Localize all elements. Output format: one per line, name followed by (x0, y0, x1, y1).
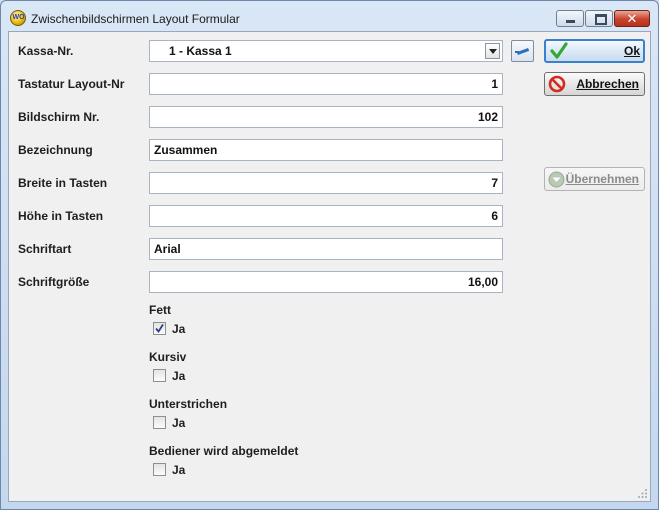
bezeichnung-label: Bezeichnung (18, 143, 93, 157)
breite-label: Breite in Tasten (18, 176, 108, 190)
cancel-button[interactable]: Abbrechen (544, 72, 645, 96)
kassa-label: Kassa-Nr. (18, 44, 74, 58)
tastatur-input[interactable]: 1 (149, 73, 503, 95)
bildschirm-input[interactable]: 102 (149, 106, 503, 128)
schriftgroesse-label: Schriftgröße (18, 275, 90, 289)
close-button[interactable]: ✕ (614, 10, 650, 27)
kassa-value: 1 - Kassa 1 (169, 44, 232, 58)
breite-input[interactable]: 7 (149, 172, 503, 194)
unterstrichen-checkbox-label[interactable]: Ja (172, 416, 185, 430)
kassa-select[interactable]: 1 - Kassa 1 (149, 40, 503, 62)
kursiv-checkbox[interactable] (153, 369, 166, 382)
resize-grip-icon[interactable] (638, 489, 648, 499)
hoehe-label: Höhe in Tasten (18, 209, 104, 223)
chevron-down-icon[interactable] (485, 43, 500, 59)
stop-icon (548, 75, 566, 93)
maximize-button[interactable] (585, 10, 613, 27)
ok-button-label: Ok (623, 44, 640, 58)
fett-label: Fett (149, 303, 171, 317)
bediener-checkbox-label[interactable]: Ja (172, 463, 185, 477)
arrow-down-icon (548, 171, 565, 188)
fett-checkbox[interactable] (153, 322, 166, 335)
unterstrichen-label: Unterstrichen (149, 397, 228, 411)
edit-kassa-button[interactable] (511, 40, 534, 62)
bildschirm-label: Bildschirm Nr. (18, 110, 100, 124)
edit-pen-icon (516, 48, 530, 55)
app-logo-icon: WO (10, 10, 26, 26)
apply-button[interactable]: Übernehmen (544, 167, 645, 191)
form-area: Kassa-Nr. 1 - Kassa 1 Tastatur Layout-Nr… (8, 31, 651, 502)
hoehe-input[interactable]: 6 (149, 205, 503, 227)
ok-button[interactable]: Ok (544, 39, 645, 63)
kursiv-checkbox-label[interactable]: Ja (172, 369, 185, 383)
schriftart-label: Schriftart (18, 242, 72, 256)
schriftart-input[interactable]: Arial (149, 238, 503, 260)
checkmark-icon (155, 324, 164, 334)
apply-button-label: Übernehmen (565, 172, 639, 186)
cancel-button-label: Abbrechen (576, 77, 639, 91)
close-icon: ✕ (626, 11, 638, 26)
tastatur-label: Tastatur Layout-Nr (18, 77, 125, 91)
bezeichnung-input[interactable]: Zusammen (149, 139, 503, 161)
minimize-button[interactable] (556, 10, 584, 27)
bediener-checkbox[interactable] (153, 463, 166, 476)
fett-checkbox-label[interactable]: Ja (172, 322, 185, 336)
window-title: Zwischenbildschirmen Layout Formular (31, 12, 240, 26)
unterstrichen-checkbox[interactable] (153, 416, 166, 429)
checkmark-icon (550, 42, 568, 59)
title-bar[interactable]: WO Zwischenbildschirmen Layout Formular … (1, 1, 658, 31)
kursiv-label: Kursiv (149, 350, 187, 364)
schriftgroesse-input[interactable]: 16,00 (149, 271, 503, 293)
bediener-label: Bediener wird abgemeldet (149, 444, 299, 458)
dialog-window: WO Zwischenbildschirmen Layout Formular … (0, 0, 659, 510)
app-logo-text: WO (12, 14, 25, 21)
